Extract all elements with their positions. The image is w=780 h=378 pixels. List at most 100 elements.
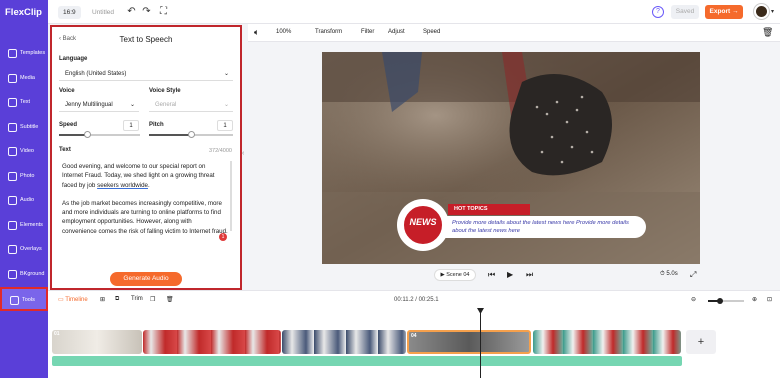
previous-icon[interactable]: ⏮ [488,270,495,280]
aspect-ratio-button[interactable]: 16:9 [58,6,81,19]
duplicate-icon[interactable]: ⧉ [115,296,119,303]
timeline-clip[interactable]: 01 [52,330,142,354]
templates-icon [8,49,17,58]
split-icon[interactable]: ⊞ [100,296,105,303]
transform-button[interactable]: Transform [315,29,342,35]
overlays-icon [8,245,17,254]
undo-icon[interactable]: ↶ [125,5,138,18]
chevron-down-icon: ⌄ [129,102,135,108]
video-preview[interactable]: NEWS HOT TOPICS Provide more details abo… [322,52,700,264]
fit-screen-icon[interactable]: ⤢ [690,270,696,280]
speed-button[interactable]: Speed [423,29,440,35]
error-badge[interactable]: 1 [219,233,227,241]
editor-toolbar: 🔈︎ 100% ⌄ Transform Filter Adjust Speed … [248,24,780,46]
sidebar-item-tools[interactable]: Tools [0,287,48,311]
sidebar-item-video[interactable]: Video [0,140,48,164]
delete-icon[interactable]: 🗑︎ [166,296,174,303]
sidebar-item-label: Photo [20,172,35,179]
timeline-zoom-slider[interactable] [708,298,744,304]
sidebar-item-bkground[interactable]: BKground [0,263,48,287]
pitch-value[interactable]: 1 [217,120,233,131]
tools-icon [10,296,19,305]
zoom-select[interactable]: 100% ⌄ [276,27,296,46]
redo-icon[interactable]: ↷ [140,5,153,18]
sidebar-item-label: Text [20,99,31,105]
text-paragraph-2: As the job market becomes increasingly c… [62,199,228,235]
play-icon[interactable]: ▶ [507,270,513,279]
text-scrollbar[interactable] [230,161,232,231]
chevron-down-icon[interactable]: ▾ [771,8,774,15]
sidebar-item-label: Overlays [20,246,42,252]
timeline-panel: ▭ Timeline ⊞ ⧉ Trim ❐ 🗑︎ 00:11.2 / 00:25… [48,290,780,378]
copy-icon[interactable]: ❐ [150,296,155,303]
sidebar-item-audio[interactable]: Audio [0,189,48,213]
media-icon [8,73,17,83]
text-icon [8,98,17,107]
help-icon[interactable]: ? [652,6,664,18]
speed-value[interactable]: 1 [123,120,139,131]
scene-selector[interactable]: ▶ Scene 04 [434,269,476,281]
export-button[interactable]: Export → [705,5,743,19]
voice-label: Voice [59,88,75,94]
timeline-clip-selected[interactable]: 04 [407,330,531,354]
language-select[interactable]: English (United States) ⌄ [59,67,233,81]
photo-icon [8,171,17,181]
chevron-down-icon: ⌄ [223,102,229,108]
sidebar-item-label: Subtitle [20,123,39,130]
background-icon [8,269,17,279]
text-label: Text [59,147,71,153]
adjust-button[interactable]: Adjust [388,29,405,35]
fullscreen-icon[interactable]: ⛶ [157,5,170,18]
volume-icon[interactable]: 🔈︎ [254,27,259,38]
news-ticker: Provide more details about the latest ne… [444,216,646,238]
fit-timeline-icon[interactable]: ⊡ [767,296,772,303]
char-counter: 372/4000 [209,148,232,154]
timeline-clip[interactable] [282,330,406,354]
trash-icon[interactable]: 🗑︎ [762,27,773,38]
sidebar-item-label: Media [20,74,35,81]
timeline-time: 00:11.2 / 00:25.1 [394,297,439,303]
sidebar-item-label: Elements [20,221,43,228]
sidebar-item-elements[interactable]: Elements [0,214,48,238]
voice-select[interactable]: Jenny Multilingual ⌄ [59,98,139,112]
elements-icon [8,220,17,230]
speed-slider-handle [84,131,92,138]
text-paragraph-1: Good evening, and welcome to our special… [62,163,215,189]
hot-topics-label: HOT TOPICS [448,204,530,215]
speed-slider[interactable] [59,131,140,138]
sidebar-item-templates[interactable]: Templates [0,42,48,66]
voice-style-select[interactable]: General ⌄ [149,98,233,112]
text-to-speech-panel: ‹ Back Text to Speech Language English (… [50,25,242,290]
language-label: Language [59,56,88,62]
audio-track[interactable] [52,356,682,366]
tab-timeline[interactable]: ▭ Timeline [58,296,88,303]
pitch-slider[interactable] [149,131,233,138]
timeline-clip[interactable] [143,330,281,354]
playhead-handle[interactable] [477,308,484,314]
trim-button[interactable]: Trim [131,296,143,302]
sidebar-item-label: Templates [20,50,46,56]
sidebar-item-subtitle[interactable]: Subtitle [0,116,48,140]
playhead[interactable] [480,309,481,378]
timeline-clip[interactable] [533,330,681,354]
avatar[interactable] [754,4,769,19]
video-icon [8,147,17,156]
filter-button[interactable]: Filter [361,29,374,35]
app-logo[interactable]: FlexClip [5,7,42,18]
text-input[interactable]: Good evening, and welcome to our special… [58,159,232,249]
sidebar-item-text[interactable]: Text [0,91,48,115]
next-icon[interactable]: ⏭ [526,270,533,280]
sidebar: Templates Media Text Subtitle Video Photo Audi… [0,24,48,378]
sidebar-item-photo[interactable]: Photo [0,165,48,189]
scene-duration[interactable]: ⏱ 5.0s [660,271,678,278]
zoom-in-icon[interactable]: ⊕ [752,296,757,303]
sidebar-item-overlays[interactable]: Overlays [0,238,48,262]
generate-audio-button[interactable]: Generate Audio [110,272,182,286]
project-title[interactable]: Untitled [92,9,114,16]
subtitle-icon [8,122,17,132]
sidebar-item-label: BKground [20,270,45,277]
add-scene-button[interactable]: + [686,330,716,354]
zoom-out-icon[interactable]: ⊖ [691,296,696,303]
saved-status: Saved [671,5,699,19]
sidebar-item-media[interactable]: Media [0,67,48,91]
